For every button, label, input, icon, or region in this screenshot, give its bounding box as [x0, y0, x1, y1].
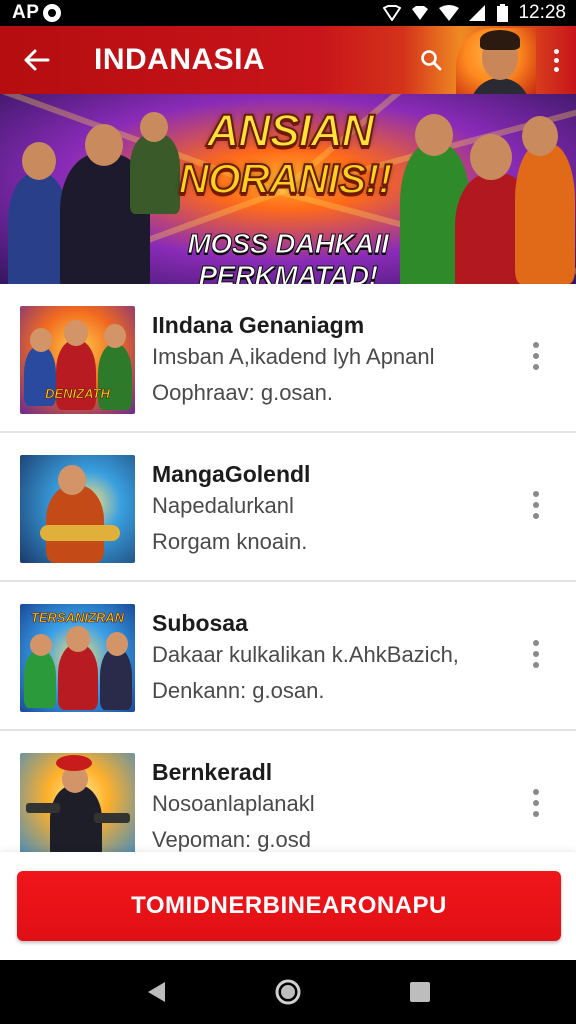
- more-vert-icon[interactable]: [536, 26, 576, 94]
- banner-character-head: [415, 114, 453, 156]
- thumb-caption: DENIZATH: [45, 386, 110, 402]
- battery-icon: [497, 4, 509, 22]
- nav-home-icon: [275, 979, 301, 1005]
- vpn-icon: [383, 5, 402, 21]
- list-item-description: Napedalurkanl: [152, 493, 294, 518]
- list-item[interactable]: TERSANIZRAN Subosaa Dakaar kulkalikan k.…: [0, 582, 576, 731]
- banner-character-head: [22, 142, 56, 180]
- list-item-description: Imsban A,ikadend lyh Apnanl: [152, 344, 435, 369]
- bottom-action-area: TOMIDNERBINEARONAPU: [0, 852, 576, 960]
- list-item-meta: Denkann: g.osan.: [152, 678, 325, 703]
- list-item-thumbnail: [20, 455, 135, 563]
- list-item-meta: Rorgam knoain.: [152, 529, 308, 554]
- nav-recents-icon: [410, 982, 430, 1002]
- list-item-title: IIndana Genaniagm: [152, 312, 365, 338]
- nav-home-button[interactable]: [258, 962, 318, 1022]
- list-item-title: MangaGolendl: [152, 461, 311, 487]
- list-item-meta: Oophraav: g.osan.: [152, 380, 334, 405]
- nav-back-button[interactable]: [126, 962, 186, 1022]
- status-bar: AP 12:28: [0, 0, 576, 26]
- primary-action-button[interactable]: TOMIDNERBINEARONAPU: [17, 871, 561, 941]
- system-nav-bar: [0, 960, 576, 1024]
- thumb-caption: TERSANIZRAN: [30, 610, 125, 626]
- status-left-text: AP: [12, 2, 40, 23]
- avatar[interactable]: [456, 28, 536, 94]
- banner-character: [515, 144, 575, 284]
- list-item[interactable]: MangaGolendl Napedalurkanl Rorgam knoain…: [0, 433, 576, 582]
- notification-icon: [43, 4, 62, 22]
- status-left: AP: [12, 2, 62, 24]
- list-item[interactable]: DENIZATH IIndana Genaniagm Imsban A,ikad…: [0, 284, 576, 433]
- more-vert-icon[interactable]: [526, 485, 546, 525]
- status-right: 12:28: [383, 2, 566, 24]
- app-bar: INDANASIA: [0, 26, 576, 94]
- banner-character: [8, 174, 68, 284]
- more-vert-icon[interactable]: [526, 634, 546, 674]
- back-button[interactable]: [0, 26, 72, 94]
- banner-character-head: [140, 112, 168, 142]
- promo-banner[interactable]: ANSIAN NORANIS!! MOSS DAHKAII PERKMATAD!: [0, 94, 576, 284]
- banner-title-line1: ANSIAN: [206, 105, 376, 156]
- list-item-thumbnail: [20, 753, 135, 852]
- list-item[interactable]: Bernkeradl Nosoanlaplanakl Vepoman: g.os…: [0, 731, 576, 852]
- list-item-description: Dakaar kulkalikan k.AhkBazich,: [152, 642, 459, 667]
- nav-recents-button[interactable]: [390, 962, 450, 1022]
- game-list: DENIZATH IIndana Genaniagm Imsban A,ikad…: [0, 284, 576, 852]
- list-item-thumbnail: TERSANIZRAN: [20, 604, 135, 712]
- banner-title-line2: NORANIS!!: [178, 155, 394, 202]
- list-item-thumbnail: DENIZATH: [20, 306, 135, 414]
- wifi-icon: [439, 5, 460, 21]
- list-item-meta: Vepoman: g.osd: [152, 827, 312, 852]
- app-title: INDANASIA: [94, 43, 266, 76]
- search-button[interactable]: [406, 26, 456, 94]
- signal-icon: [469, 5, 486, 21]
- banner-character-head: [522, 116, 558, 156]
- list-item-description: Nosoanlaplanakl: [152, 791, 315, 816]
- banner-subtitle: MOSS DAHKAII PERKMATAD!: [187, 228, 389, 285]
- banner-character-head: [470, 134, 512, 180]
- avatar-body: [470, 78, 530, 94]
- list-item-title: Bernkeradl: [152, 759, 273, 785]
- back-arrow-icon: [24, 49, 50, 71]
- more-vert-icon[interactable]: [526, 783, 546, 823]
- data-icon: [412, 6, 429, 20]
- status-time: 12:28: [518, 2, 566, 23]
- nav-back-icon: [148, 982, 165, 1002]
- banner-character-head: [85, 124, 123, 166]
- list-item-title: Subosaa: [152, 610, 248, 636]
- avatar-hair: [480, 30, 520, 50]
- search-icon: [421, 50, 442, 71]
- more-vert-icon[interactable]: [526, 336, 546, 376]
